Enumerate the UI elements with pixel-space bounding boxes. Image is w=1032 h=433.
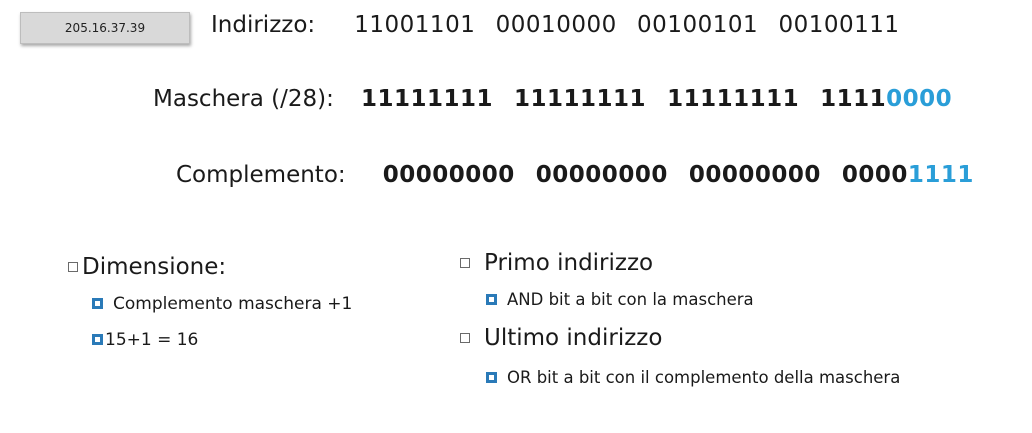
- first-address-heading: Primo indirizzo: [484, 250, 654, 276]
- address-octet-3: 00100101: [637, 12, 759, 38]
- dimension-item-2: 15+1 = 16: [92, 330, 352, 350]
- first-address-item: AND bit a bit con la maschera: [486, 290, 906, 309]
- address-rules-column: Primo indirizzo AND bit a bit con la mas…: [460, 250, 906, 407]
- last-address-heading-row: Ultimo indirizzo: [460, 325, 906, 351]
- dimension-column: Dimensione: Complemento maschera +1 15+1…: [68, 254, 352, 366]
- hollow-square-bullet-icon: [460, 257, 470, 268]
- address-octet-1: 11001101: [354, 12, 476, 38]
- filled-square-bullet-icon: [92, 333, 103, 345]
- address-label: Indirizzo:: [211, 12, 316, 38]
- address-row: Indirizzo: 11001101 00010000 00100101 00…: [211, 12, 900, 38]
- complement-octet-4: 00001111: [842, 162, 974, 188]
- mask-row: Maschera (/28): 11111111 11111111 111111…: [153, 86, 952, 112]
- dimension-item-1-text: Complemento maschera +1: [113, 294, 353, 314]
- address-bits: 11001101 00010000 00100101 00100111: [354, 12, 899, 38]
- first-address-item-text: AND bit a bit con la maschera: [507, 290, 754, 309]
- mask-octet-1: 11111111: [360, 86, 493, 112]
- mask-label: Maschera (/28):: [153, 86, 334, 112]
- ip-address-badge: 205.16.37.39: [20, 12, 190, 44]
- dimension-item-1: Complemento maschera +1: [92, 294, 352, 314]
- dimension-heading-row: Dimensione:: [68, 254, 352, 280]
- complement-octet-3: 00000000: [688, 162, 821, 188]
- mask-bits: 11111111 11111111 11111111 11110000: [361, 86, 952, 112]
- mask-octet-3: 11111111: [667, 86, 800, 112]
- complement-octet-2: 00000000: [535, 162, 668, 188]
- hollow-square-bullet-icon: [460, 332, 470, 343]
- mask-octet-4-host: 0000: [886, 86, 953, 112]
- complement-bits: 00000000 00000000 00000000 00001111: [383, 162, 974, 188]
- filled-square-bullet-icon: [92, 297, 103, 309]
- hollow-square-bullet-icon: [68, 261, 78, 272]
- complement-label: Complemento:: [176, 162, 346, 188]
- complement-octet-4-host: 1111: [907, 162, 974, 188]
- complement-octet-1: 00000000: [382, 162, 515, 188]
- filled-square-bullet-icon: [486, 372, 497, 383]
- complement-row: Complemento: 00000000 00000000 00000000 …: [176, 162, 974, 188]
- first-address-heading-row: Primo indirizzo: [460, 250, 906, 276]
- last-address-heading: Ultimo indirizzo: [484, 325, 663, 351]
- dimension-item-2-text: 15+1 = 16: [105, 330, 199, 350]
- last-address-item: OR bit a bit con il complemento della ma…: [486, 365, 906, 391]
- complement-octet-4-network: 0000: [841, 162, 908, 188]
- last-address-item-text: OR bit a bit con il complemento della ma…: [507, 368, 901, 387]
- address-octet-4: 00100111: [778, 12, 900, 38]
- dimension-heading: Dimensione:: [82, 254, 227, 280]
- mask-octet-4: 11110000: [820, 86, 952, 112]
- mask-octet-4-network: 1111: [820, 86, 887, 112]
- address-octet-2: 00010000: [495, 12, 617, 38]
- mask-octet-2: 11111111: [514, 86, 647, 112]
- filled-square-bullet-icon: [486, 294, 497, 305]
